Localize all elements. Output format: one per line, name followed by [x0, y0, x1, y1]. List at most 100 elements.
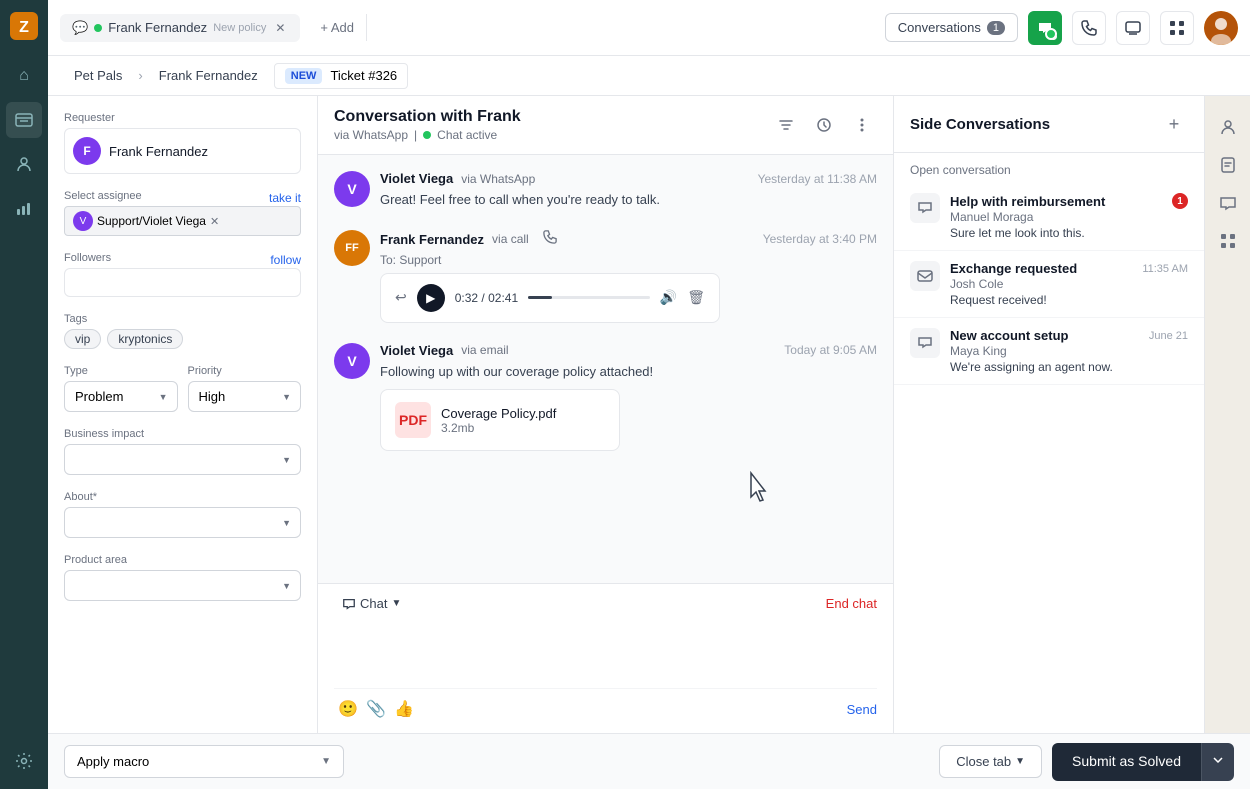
document-icon [1219, 156, 1237, 174]
logo: Z [8, 10, 40, 42]
product-area-select[interactable] [64, 570, 301, 601]
side-conversations-title: Side Conversations [910, 116, 1050, 133]
compose-input[interactable] [334, 619, 877, 679]
thumbs-up-button[interactable]: 👍 [390, 695, 418, 723]
audio-delete-button[interactable]: 🗑 [687, 289, 705, 306]
conversations-label: Conversations [898, 20, 981, 35]
about-wrapper [64, 507, 301, 538]
active-tab[interactable]: 💬 Frank Fernandez New policy ✕ [60, 14, 300, 42]
tab-subtitle: New policy [213, 22, 266, 34]
assignee-tag[interactable]: V Support/Violet Viega ✕ [64, 206, 301, 236]
side-conversation-2[interactable]: Exchange requested 11:35 AM Josh Cole Re… [894, 251, 1204, 318]
take-it-link[interactable]: take it [269, 191, 301, 205]
emoji-button[interactable]: 🙂 [334, 695, 362, 723]
message-2-sender: Frank Fernandez [380, 232, 484, 247]
side-conv-1-name: Help with reimbursement [950, 194, 1105, 209]
conversations-button[interactable]: Conversations 1 [885, 13, 1018, 42]
business-impact-select[interactable] [64, 444, 301, 475]
message-2-time: Yesterday at 3:40 PM [763, 232, 877, 246]
tags-list: vip kryptonics [64, 329, 301, 349]
settings-nav-icon[interactable] [6, 743, 42, 779]
conv-header-left: Conversation with Frank via WhatsApp | C… [334, 108, 521, 142]
breadcrumb-frank[interactable]: Frank Fernandez [149, 64, 268, 87]
tag-vip[interactable]: vip [64, 329, 101, 349]
bottom-bar: Apply macro ▼ Close tab ▼ Submit as Solv… [48, 733, 1250, 789]
assignee-remove-button[interactable]: ✕ [210, 215, 219, 228]
type-label: Type [64, 365, 178, 377]
reports-nav-icon[interactable] [6, 190, 42, 226]
side-conv-2-person: Josh Cole [950, 277, 1188, 291]
send-button[interactable]: Send [847, 702, 877, 717]
phone-icon [1081, 20, 1097, 36]
side-conversations-header: Side Conversations + [894, 96, 1204, 153]
right-nav-doc-icon[interactable] [1213, 150, 1243, 180]
side-conv-2-preview: Request received! [950, 293, 1188, 307]
chat-status-button[interactable] [1028, 11, 1062, 45]
end-chat-button[interactable]: End chat [826, 596, 877, 611]
chat-channel-button[interactable]: Chat ▼ [334, 592, 409, 615]
home-nav-icon[interactable]: ⌂ [6, 58, 42, 94]
followers-label-row: Followers follow [64, 252, 301, 268]
apps-button[interactable] [1160, 11, 1194, 45]
add-side-conversation-button[interactable]: + [1160, 110, 1188, 138]
close-tab-label: Close tab [956, 754, 1011, 769]
side-conv-3-time: June 21 [1149, 330, 1188, 342]
svg-text:Z: Z [19, 19, 29, 36]
user-avatar[interactable] [1204, 11, 1238, 45]
requester-avatar: F [73, 137, 101, 165]
followers-input[interactable] [64, 268, 301, 297]
follow-link[interactable]: follow [270, 253, 301, 267]
messaging-button[interactable] [1116, 11, 1150, 45]
conv-channel: via WhatsApp [334, 128, 408, 142]
side-conversation-3[interactable]: New account setup June 21 Maya King We'r… [894, 318, 1204, 385]
requester-row[interactable]: F Frank Fernandez [64, 128, 301, 174]
phone-button[interactable] [1072, 11, 1106, 45]
right-nav-apps-icon[interactable] [1213, 226, 1243, 256]
macro-select[interactable]: Apply macro ▼ [64, 745, 344, 778]
submit-button-group: Submit as Solved [1052, 743, 1234, 781]
side-conversation-1[interactable]: Help with reimbursement 1 Manuel Moraga … [894, 183, 1204, 251]
submit-as-solved-button[interactable]: Submit as Solved [1052, 743, 1201, 781]
users-nav-icon[interactable] [6, 146, 42, 182]
tag-kryptonics[interactable]: kryptonics [107, 329, 183, 349]
message-3-body: Following up with our coverage policy at… [380, 362, 877, 382]
apps-nav-icon [1219, 232, 1237, 250]
requester-name: Frank Fernandez [109, 144, 208, 159]
left-panel: Requester F Frank Fernandez Select assig… [48, 96, 318, 733]
comment-icon [917, 335, 933, 351]
history-button[interactable] [809, 110, 839, 140]
breadcrumb-ticket[interactable]: NEW Ticket #326 [274, 63, 408, 89]
right-nav-user-icon[interactable] [1213, 112, 1243, 142]
side-conv-2-title-row: Exchange requested 11:35 AM [950, 261, 1188, 276]
about-select[interactable] [64, 507, 301, 538]
right-nav-chat-icon[interactable] [1213, 188, 1243, 218]
audio-progress-bar[interactable] [528, 296, 650, 299]
filter-icon [778, 117, 794, 133]
message-1-content: Violet Viega via WhatsApp Yesterday at 1… [380, 171, 877, 210]
right-nav-panel [1204, 96, 1250, 733]
chat-channel-icon [342, 597, 356, 611]
conversations-badge: 1 [987, 21, 1005, 35]
close-tab-button[interactable]: Close tab ▼ [939, 745, 1042, 778]
inbox-nav-icon[interactable] [6, 102, 42, 138]
tab-chat-icon: 💬 [72, 20, 88, 36]
tab-close-button[interactable]: ✕ [272, 20, 288, 36]
priority-select[interactable]: Low Normal High Urgent [188, 381, 302, 412]
assignee-label: Select assignee [64, 190, 142, 202]
attachment-box[interactable]: PDF Coverage Policy.pdf 3.2mb [380, 389, 620, 451]
type-select[interactable]: Problem Incident Question Task [64, 381, 178, 412]
add-tab-button[interactable]: + Add [308, 14, 367, 41]
submit-dropdown-button[interactable] [1201, 743, 1234, 781]
audio-rewind-button[interactable]: ↩ [395, 289, 407, 306]
breadcrumb-pet-pals[interactable]: Pet Pals [64, 64, 132, 87]
filter-button[interactable] [771, 110, 801, 140]
audio-volume-button[interactable]: 🔊 [660, 289, 677, 306]
followers-label: Followers [64, 252, 111, 264]
conversation-title: Conversation with Frank [334, 108, 521, 126]
more-options-button[interactable] [847, 110, 877, 140]
apps-grid-icon [1169, 20, 1185, 36]
message-1-header: Violet Viega via WhatsApp Yesterday at 1… [380, 171, 877, 186]
attachment-button[interactable]: 📎 [362, 695, 390, 723]
top-bar: 💬 Frank Fernandez New policy ✕ + Add Con… [48, 0, 1250, 56]
audio-play-button[interactable]: ▶ [417, 284, 445, 312]
